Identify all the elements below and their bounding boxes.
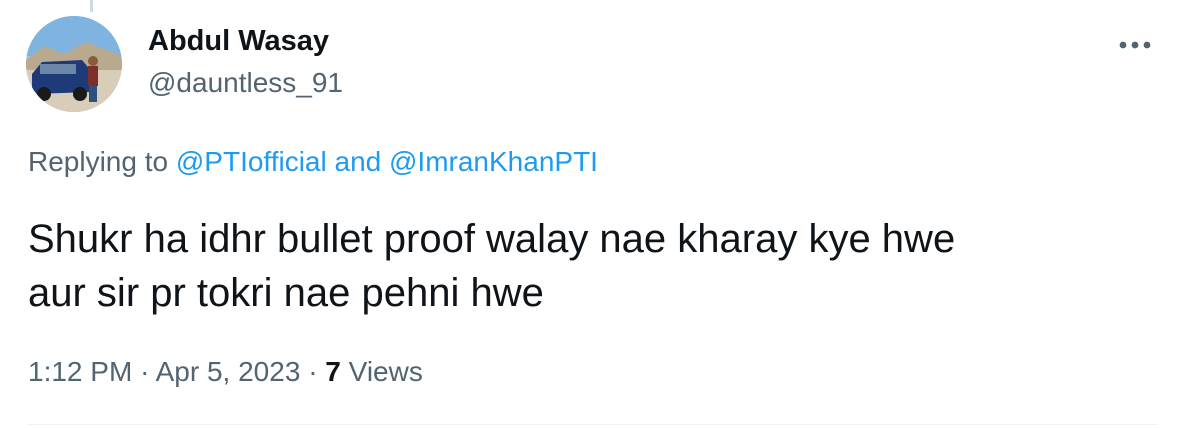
avatar-photo [26,16,122,112]
avatar[interactable] [26,16,122,112]
author-display-name[interactable]: Abdul Wasay [148,22,329,60]
tweet-text-line: aur sir pr tokri nae pehni hwe [28,271,544,315]
more-horizontal-icon [1119,41,1151,49]
views-count[interactable]: 7 [325,356,341,387]
divider [28,424,1158,425]
tweet-text-line: Shukr ha idhr bullet proof walay nae kha… [28,217,956,261]
replying-to-label: Replying to [28,146,169,177]
tweet-meta: 1:12 PM · Apr 5, 2023 · 7 Views [28,352,423,392]
meta-separator: · [140,356,150,387]
tweet-date[interactable]: Apr 5, 2023 [156,356,301,387]
mention-conjunction[interactable]: and [335,146,382,177]
tweet-text: Shukr ha idhr bullet proof walay nae kha… [28,212,1148,320]
meta-separator: · [308,356,318,387]
author-handle[interactable]: @dauntless_91 [148,64,343,102]
tweet-time[interactable]: 1:12 PM [28,356,132,387]
views-label[interactable]: Views [349,356,423,387]
mention-link-ptiofficial[interactable]: @PTIofficial [176,146,327,177]
thread-connector-line [90,0,93,12]
replying-to-line: Replying to @PTIofficial and @ImranKhanP… [28,142,598,182]
mention-link-imrankhanpti[interactable]: @ImranKhanPTI [389,146,598,177]
more-options-button[interactable] [1112,22,1158,68]
